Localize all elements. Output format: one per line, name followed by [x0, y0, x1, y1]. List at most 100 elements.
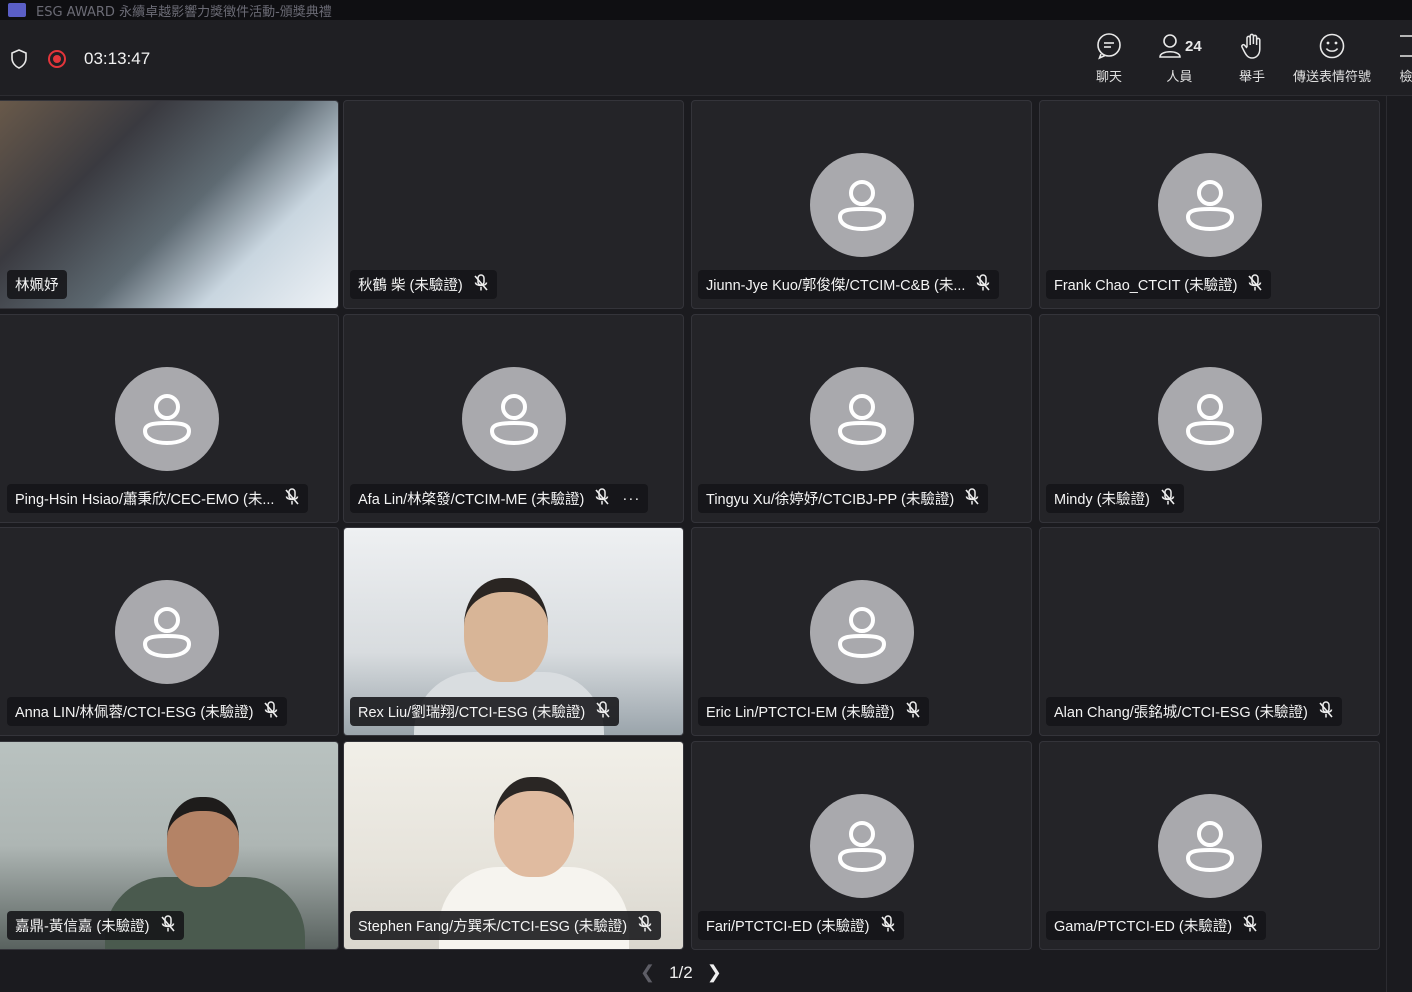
emoji-icon — [1319, 33, 1345, 59]
participant-name-tag: Fari/PTCTCI-ED (未驗證) — [698, 911, 904, 940]
page-indicator: 1/2 — [669, 962, 693, 982]
raise-hand-icon — [1241, 33, 1261, 59]
participant-name: 嘉鼎-黃信嘉 (未驗證) — [15, 919, 150, 935]
default-avatar-icon — [114, 366, 219, 471]
participant-tile[interactable]: Anna LIN/林佩蓉/CTCI-ESG (未驗證) — [0, 527, 339, 736]
participant-name: 秋鶴 柴 (未驗證) — [358, 278, 463, 294]
participant-tile[interactable]: Ping-Hsin Hsiao/蕭秉欣/CEC-EMO (未... — [0, 314, 339, 523]
mic-off-icon — [964, 487, 980, 510]
participant-face — [494, 777, 574, 877]
participant-face — [464, 578, 548, 682]
participant-name-tag: Mindy (未驗證) — [1046, 484, 1184, 513]
participant-tile[interactable]: 嘉鼎-黃信嘉 (未驗證) — [0, 741, 339, 950]
people-count: 24 — [1185, 37, 1202, 55]
default-avatar-icon — [809, 366, 914, 471]
participant-tile[interactable]: Rex Liu/劉瑞翔/CTCI-ESG (未驗證) — [343, 527, 684, 736]
recording-indicator-icon — [48, 50, 66, 68]
default-avatar-icon — [809, 152, 914, 257]
default-avatar-icon — [461, 366, 566, 471]
view-label: 檢 — [1400, 70, 1412, 85]
participant-name: Frank Chao_CTCIT (未驗證) — [1054, 278, 1238, 294]
participant-tile[interactable]: Jiunn-Jye Kuo/郭俊傑/CTCIM-C&B (未... — [691, 100, 1032, 309]
participant-tile[interactable]: Frank Chao_CTCIT (未驗證) — [1039, 100, 1380, 309]
shield-icon — [11, 49, 27, 69]
participant-tile[interactable]: Eric Lin/PTCTCI-EM (未驗證) — [691, 527, 1032, 736]
chat-icon — [1097, 33, 1121, 60]
window-title: ESG AWARD 永續卓越影響力獎徵件活動-頒獎典禮 — [36, 4, 332, 20]
participant-name: Alan Chang/張銘城/CTCI-ESG (未驗證) — [1054, 705, 1308, 721]
participant-name-tag: Rex Liu/劉瑞翔/CTCI-ESG (未驗證) — [350, 697, 620, 726]
default-avatar-icon — [809, 579, 914, 684]
participant-name: Anna LIN/林佩蓉/CTCI-ESG (未驗證) — [15, 705, 254, 721]
default-avatar-icon — [1157, 366, 1262, 471]
participant-name: Jiunn-Jye Kuo/郭俊傑/CTCIM-C&B (未... — [706, 278, 966, 294]
participant-name: Stephen Fang/方巽禾/CTCI-ESG (未驗證) — [358, 919, 628, 935]
send-reaction-button[interactable]: 傳送表情符號 — [1293, 32, 1371, 94]
participant-name: Gama/PTCTCI-ED (未驗證) — [1054, 919, 1233, 935]
mic-off-icon — [905, 700, 921, 723]
mic-off-icon — [263, 700, 279, 723]
participant-tile[interactable]: Alan Chang/張銘城/CTCI-ESG (未驗證) — [1039, 527, 1380, 736]
participant-name-tag: 嘉鼎-黃信嘉 (未驗證) — [7, 911, 184, 940]
mic-off-icon — [975, 273, 991, 296]
participant-tile[interactable]: Gama/PTCTCI-ED (未驗證) — [1039, 741, 1380, 950]
participant-name-tag: 秋鶴 柴 (未驗證) — [350, 270, 497, 299]
participant-name: Fari/PTCTCI-ED (未驗證) — [706, 919, 870, 935]
participant-name-tag: Alan Chang/張銘城/CTCI-ESG (未驗證) — [1046, 697, 1342, 726]
participant-name-tag: Jiunn-Jye Kuo/郭俊傑/CTCIM-C&B (未... — [698, 270, 1000, 299]
mic-off-icon — [637, 914, 653, 937]
participant-name-tag: Stephen Fang/方巽禾/CTCI-ESG (未驗證) — [350, 911, 662, 940]
participant-name: Eric Lin/PTCTCI-EM (未驗證) — [706, 705, 895, 721]
participant-name-tag: Eric Lin/PTCTCI-EM (未驗證) — [698, 697, 929, 726]
mic-off-icon — [284, 487, 300, 510]
participant-tile[interactable]: Stephen Fang/方巽禾/CTCI-ESG (未驗證) — [343, 741, 684, 950]
participant-name-tag: 林姵妤 — [7, 270, 67, 299]
people-label: 人員 — [1166, 70, 1193, 85]
raise-hand-label: 舉手 — [1238, 70, 1265, 85]
mic-off-icon — [1242, 914, 1258, 937]
mic-off-icon — [594, 487, 610, 510]
participant-name: Tingyu Xu/徐婷妤/CTCIBJ-PP (未驗證) — [706, 492, 955, 508]
page-navigator: ❮ 1/2 ❯ — [640, 962, 722, 983]
participant-grid: 林姵妤 秋鶴 柴 (未驗證) Jiunn-Jye Kuo/郭俊傑/CTCIM-C&B… — [0, 100, 1384, 952]
participant-tile[interactable]: Mindy (未驗證) — [1039, 314, 1380, 523]
side-panel-edge — [1386, 96, 1412, 992]
default-avatar-icon — [114, 579, 219, 684]
participant-tile[interactable]: 秋鶴 柴 (未驗證) — [343, 100, 684, 309]
chevron-right-icon[interactable]: ❯ — [707, 962, 722, 983]
default-avatar-icon — [809, 793, 914, 898]
participant-name: 林姵妤 — [15, 278, 59, 294]
participant-name: Rex Liu/劉瑞翔/CTCI-ESG (未驗證) — [358, 705, 586, 721]
participant-tile[interactable]: Tingyu Xu/徐婷妤/CTCIBJ-PP (未驗證) — [691, 314, 1032, 523]
participant-face — [167, 797, 239, 887]
participant-name: Afa Lin/林棨發/CTCIM-ME (未驗證) — [358, 492, 585, 508]
mic-off-icon — [160, 914, 176, 937]
chat-button[interactable]: 聊天 — [1095, 32, 1123, 94]
people-icon — [1159, 34, 1181, 58]
mic-off-icon — [473, 273, 489, 296]
participant-name-tag: Frank Chao_CTCIT (未驗證) — [1046, 270, 1272, 299]
view-button[interactable]: 檢 — [1400, 32, 1412, 94]
default-avatar-icon — [1157, 152, 1262, 257]
raise-hand-button[interactable]: 舉手 — [1238, 32, 1266, 94]
participant-name: Ping-Hsin Hsiao/蕭秉欣/CEC-EMO (未... — [15, 492, 275, 508]
participant-name-tag: Anna LIN/林佩蓉/CTCI-ESG (未驗證) — [7, 697, 288, 726]
window-titlebar: ESG AWARD 永續卓越影響力獎徵件活動-頒獎典禮 — [0, 0, 1412, 20]
mic-off-icon — [880, 914, 896, 937]
mic-off-icon — [595, 700, 611, 723]
people-button[interactable]: 24 人員 — [1157, 32, 1202, 94]
chevron-left-icon[interactable]: ❮ — [640, 962, 655, 983]
participant-tile[interactable]: 林姵妤 — [0, 100, 339, 309]
send-reaction-label: 傳送表情符號 — [1293, 70, 1372, 85]
participant-name: Mindy (未驗證) — [1054, 492, 1150, 508]
default-avatar-icon — [1157, 793, 1262, 898]
more-options-icon[interactable]: ··· — [622, 490, 640, 507]
participant-tile[interactable]: Fari/PTCTCI-ED (未驗證) — [691, 741, 1032, 950]
participant-name-tag: Ping-Hsin Hsiao/蕭秉欣/CEC-EMO (未... — [7, 484, 309, 513]
teams-logo-icon — [8, 3, 26, 17]
mic-off-icon — [1160, 487, 1176, 510]
meeting-toolbar: 03:13:47 聊天 24 人員 舉手 傳送表情符號 檢 — [0, 20, 1412, 113]
meeting-timer: 03:13:47 — [84, 49, 151, 68]
participant-name-tag: Afa Lin/林棨發/CTCIM-ME (未驗證) ··· — [350, 484, 649, 513]
participant-tile[interactable]: Afa Lin/林棨發/CTCIM-ME (未驗證) ··· — [343, 314, 684, 523]
